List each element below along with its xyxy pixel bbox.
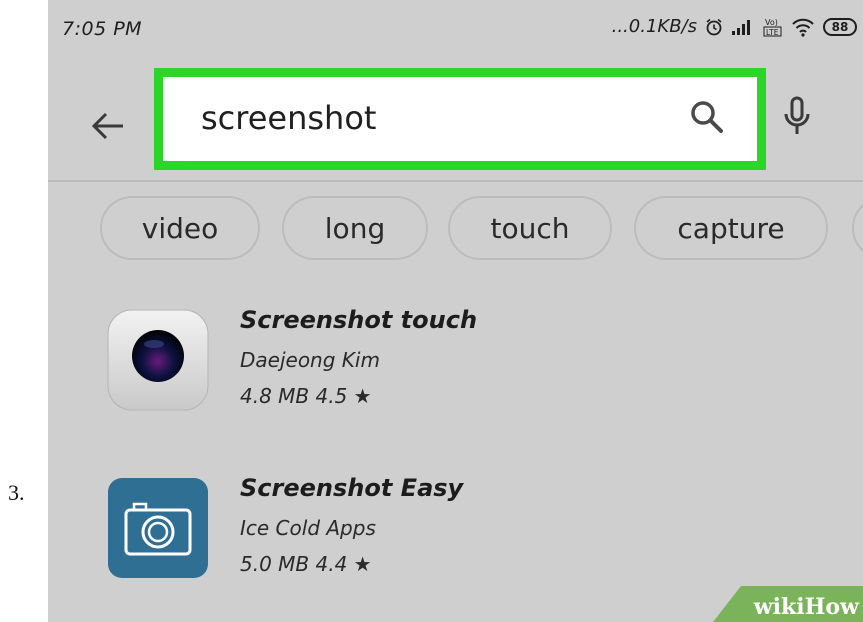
- watermark: wikiHow: [713, 586, 863, 622]
- app-developer: Daejeong Kim: [240, 348, 380, 372]
- chip-long[interactable]: long: [282, 196, 428, 260]
- status-right: ...0.1KB/s Vo) LTE 88: [612, 16, 857, 37]
- alarm-icon: [705, 18, 723, 36]
- chip-video[interactable]: video: [100, 196, 260, 260]
- search-icon[interactable]: [687, 97, 727, 141]
- app-size-rating: 5.0 MB 4.4 ★: [240, 552, 372, 576]
- app-list-item[interactable]: Screenshot touch Daejeong Kim 4.8 MB 4.5…: [104, 306, 844, 426]
- volte-icon: Vo) LTE: [763, 17, 783, 37]
- search-input[interactable]: screenshot: [163, 77, 757, 161]
- status-time: 7:05 PM: [62, 18, 143, 40]
- app-size-rating: 4.8 MB 4.5 ★: [240, 384, 372, 408]
- step-number: 3.: [8, 480, 25, 505]
- watermark-text: wikiHow: [753, 594, 859, 620]
- status-bar: 7:05 PM ...0.1KB/s Vo) LTE 88: [48, 0, 863, 58]
- chip-touch[interactable]: touch: [448, 196, 612, 260]
- suggestion-chips: video long touch capture: [100, 196, 863, 262]
- search-highlight: screenshot: [154, 68, 766, 170]
- network-speed: ...0.1KB/s: [611, 16, 697, 37]
- wifi-icon: [791, 17, 815, 37]
- chip-capture[interactable]: capture: [634, 196, 828, 260]
- camera-lens-icon: [104, 306, 212, 414]
- svg-text:LTE: LTE: [766, 28, 779, 37]
- svg-text:Vo): Vo): [765, 18, 778, 27]
- app-title: Screenshot touch: [240, 306, 478, 334]
- back-arrow-icon: [91, 112, 123, 140]
- app-title: Screenshot Easy: [240, 474, 464, 502]
- app-developer: Ice Cold Apps: [240, 516, 376, 540]
- signal-icon: [731, 18, 755, 36]
- phone-screen: 7:05 PM ...0.1KB/s Vo)LTE 88 screenshot: [48, 0, 863, 622]
- app-list-item[interactable]: Screenshot Easy Ice Cold Apps 5.0 MB 4.4…: [104, 474, 844, 594]
- search-header: screenshot: [48, 58, 863, 182]
- mic-icon[interactable]: [782, 96, 812, 144]
- camera-icon: [104, 474, 212, 582]
- back-button[interactable]: [88, 106, 128, 146]
- chip-more[interactable]: [852, 196, 863, 260]
- battery-icon: 88: [823, 17, 857, 36]
- search-query: screenshot: [201, 99, 377, 137]
